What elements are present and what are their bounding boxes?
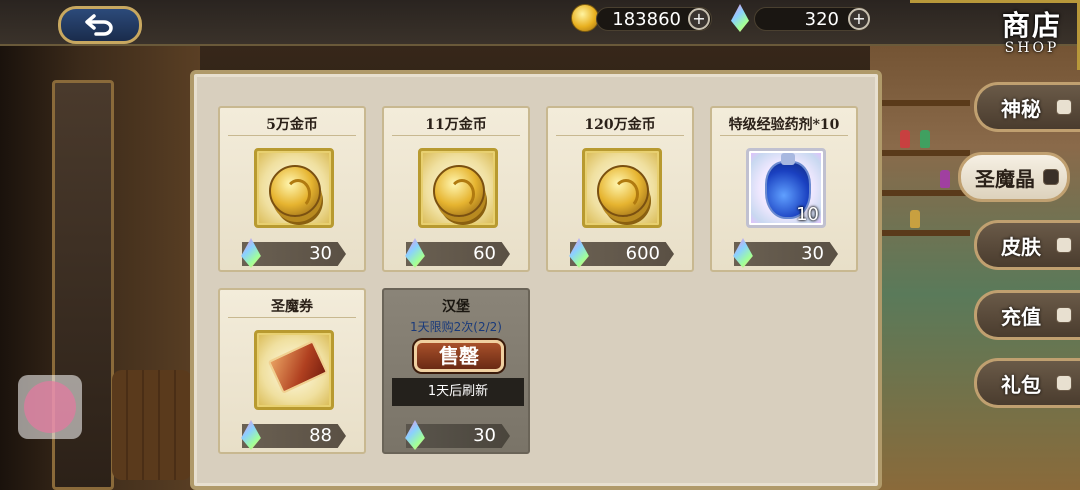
soldout-badge: 售罄: [414, 340, 504, 372]
item-name: 5万金币: [266, 117, 318, 133]
shop-title-en: SHOP: [1004, 40, 1060, 56]
tab-label: 神秘: [1001, 96, 1041, 121]
crystal-icon: [1043, 169, 1059, 185]
divider: [228, 317, 356, 318]
item-name: 特级经验药剂*10: [728, 117, 840, 133]
divider: [720, 135, 848, 136]
shop-item-card[interactable]: 11万金币 60: [382, 106, 530, 272]
shop-item-card[interactable]: 120万金币 600: [546, 106, 694, 272]
bilibili-watermark: [18, 375, 82, 439]
top-bar: 183860 + 320 +: [0, 0, 1080, 46]
shop-title: 商店 SHOP: [1002, 4, 1062, 56]
tab-mystery[interactable]: 神秘: [974, 82, 1080, 132]
tab-skin[interactable]: 皮肤: [974, 220, 1080, 270]
add-gold-button[interactable]: +: [688, 8, 710, 30]
item-frame: [418, 148, 498, 228]
item-name: 汉堡: [442, 299, 470, 315]
item-name: 120万金币: [584, 117, 656, 133]
tab-recharge[interactable]: 充值: [974, 290, 1080, 340]
bottle-icon: [920, 130, 930, 148]
gold-coins-icon: [269, 165, 321, 217]
gem-icon: [1056, 307, 1072, 323]
tab-gift-pack[interactable]: 礼包: [974, 358, 1080, 408]
item-count: 10: [796, 204, 819, 225]
shop-item-card-soldout: 汉堡 1天限购2次(2/2) 售罄 1天后刷新 30: [382, 288, 530, 454]
background-barrel: [112, 370, 192, 480]
bottle-icon: [940, 170, 950, 188]
tab-label: 圣魔晶: [975, 166, 1035, 191]
gold-coins-icon: [433, 165, 485, 217]
item-name: 11万金币: [425, 117, 487, 133]
shop-item-card[interactable]: 特级经验药剂*10 10 30: [710, 106, 858, 272]
shelf: [880, 100, 970, 106]
dice-icon: [1056, 99, 1072, 115]
item-frame: [254, 148, 334, 228]
shelf: [880, 230, 970, 236]
purchase-limit: 1天限购2次(2/2): [410, 320, 502, 334]
divider: [556, 135, 684, 136]
crystal-icon: [731, 4, 749, 32]
item-name: 圣魔券: [271, 299, 313, 315]
item-frame: [582, 148, 662, 228]
bottle-icon: [900, 130, 910, 148]
shop-item-card[interactable]: 圣魔券 88: [218, 288, 366, 454]
item-frame: [254, 330, 334, 410]
shelf: [880, 150, 970, 156]
tab-label: 礼包: [1001, 372, 1041, 397]
tab-label: 充值: [1001, 304, 1041, 329]
divider: [392, 135, 520, 136]
bottle-icon: [910, 210, 920, 228]
back-arrow-icon: [85, 14, 113, 36]
tab-label: 皮肤: [1001, 234, 1041, 259]
divider: [228, 135, 356, 136]
shelf: [880, 190, 970, 196]
bilibili-logo-icon: [24, 381, 76, 433]
refresh-timer: 1天后刷新: [392, 378, 524, 406]
add-gem-button[interactable]: +: [848, 8, 870, 30]
gold-coin-icon: [571, 4, 599, 32]
gift-icon: [1056, 375, 1072, 391]
tab-crystal[interactable]: 圣魔晶: [958, 152, 1070, 202]
back-button[interactable]: [58, 6, 142, 44]
shop-item-card[interactable]: 5万金币 30: [218, 106, 366, 272]
shop-title-cn: 商店: [1001, 9, 1062, 42]
gold-coins-icon: [597, 165, 649, 217]
item-frame: 10: [746, 148, 826, 228]
shirt-icon: [1056, 237, 1072, 253]
shop-panel: 5万金币 30 11万金币 60 120万金币 600 特级经验药剂*10 10…: [190, 70, 882, 490]
ticket-icon: [267, 340, 329, 394]
